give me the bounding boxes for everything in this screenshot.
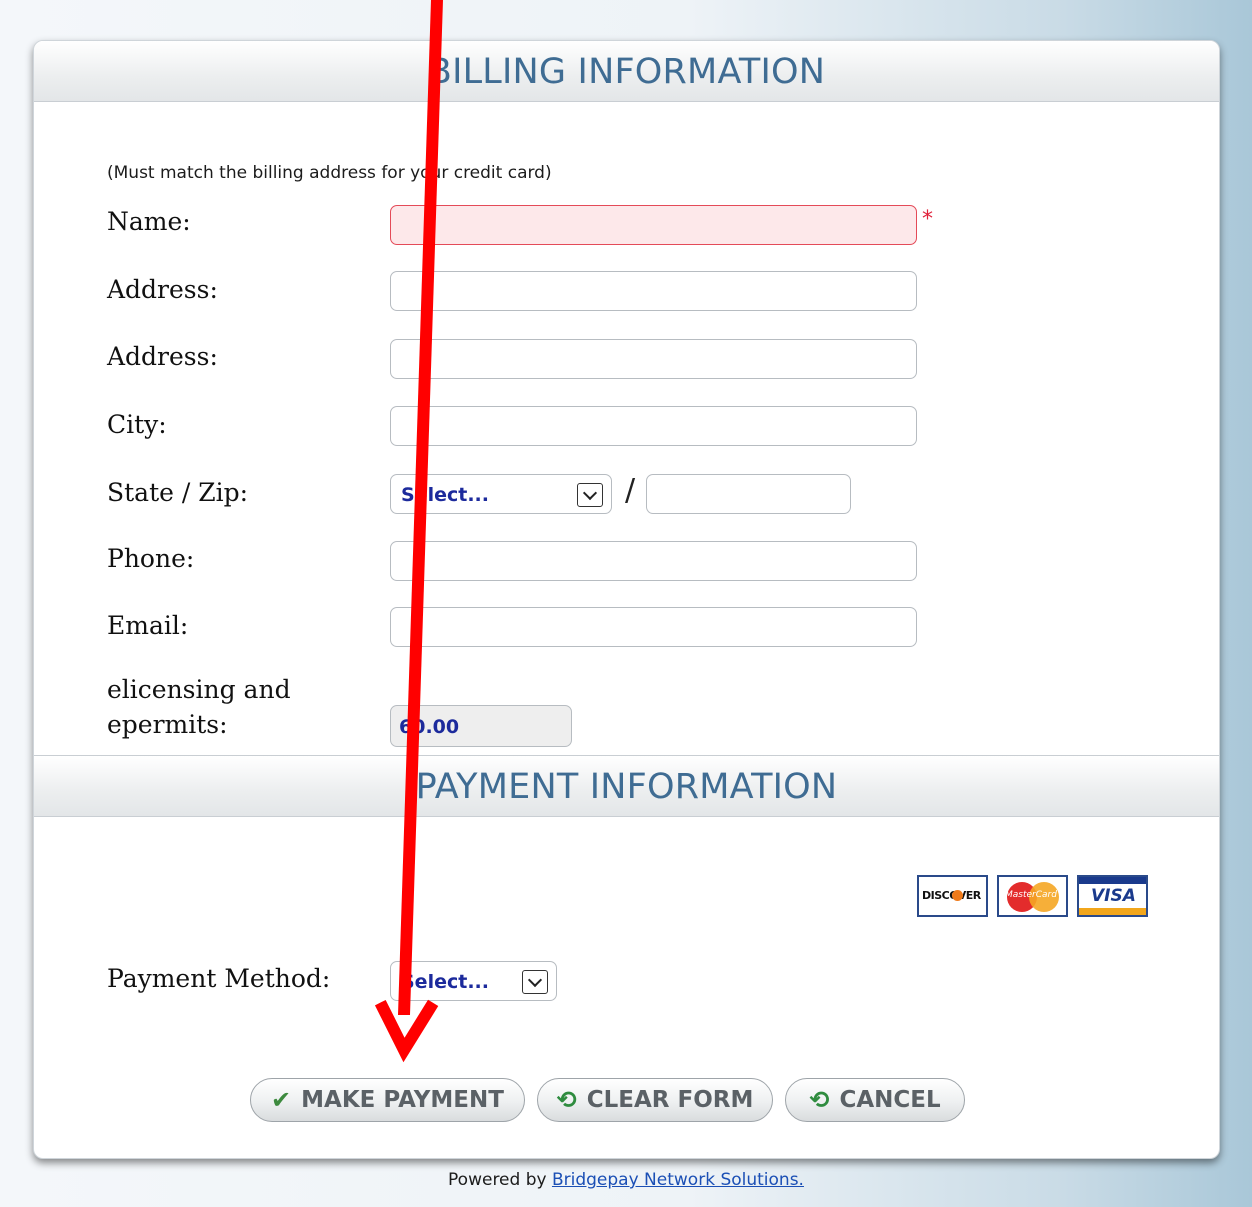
visa-card-logo: VISA — [1077, 875, 1148, 917]
payment-method-select-value: Select... — [401, 971, 489, 993]
make-payment-button[interactable]: ✔ MAKE PAYMENT — [250, 1078, 525, 1122]
undo-icon: ⟲ — [556, 1086, 577, 1114]
chevron-down-icon — [522, 970, 548, 994]
billing-information-header: BILLING INFORMATION — [34, 41, 1219, 102]
mastercard-logo: MasterCard — [997, 875, 1068, 917]
cancel-button[interactable]: ⟲ CANCEL — [785, 1078, 965, 1122]
required-asterisk: * — [922, 207, 933, 232]
billing-form-panel: BILLING INFORMATION (Must match the bill… — [33, 40, 1220, 1159]
zip-input[interactable] — [646, 474, 851, 514]
payment-method-select[interactable]: Select... — [390, 961, 557, 1001]
phone-label: Phone: — [107, 544, 195, 573]
clear-form-label: CLEAR FORM — [586, 1087, 754, 1113]
email-input[interactable] — [390, 607, 917, 647]
state-zip-separator: / — [625, 473, 636, 508]
state-select-value: Select... — [401, 484, 489, 506]
discover-card-logo: DISCOVER — [917, 875, 988, 917]
city-label: City: — [107, 410, 167, 439]
state-select[interactable]: Select... — [390, 474, 612, 514]
checkmark-icon: ✔ — [271, 1086, 292, 1114]
name-label: Name: — [107, 207, 191, 236]
address-2-input[interactable] — [390, 339, 917, 379]
undo-icon: ⟲ — [809, 1086, 830, 1114]
email-label: Email: — [107, 611, 189, 640]
name-input[interactable] — [390, 205, 917, 245]
fee-amount-field: 60.00 — [390, 705, 572, 747]
city-input[interactable] — [390, 406, 917, 446]
powered-by-footer: Powered by Bridgepay Network Solutions. — [0, 1170, 1252, 1190]
address-1-label: Address: — [107, 275, 218, 304]
address-2-label: Address: — [107, 342, 218, 371]
fee-label-line-1: elicensing and — [107, 675, 291, 704]
state-zip-label: State / Zip: — [107, 478, 249, 507]
address-1-input[interactable] — [390, 271, 917, 311]
payment-information-header: PAYMENT INFORMATION — [34, 755, 1219, 817]
fee-label-line-2: epermits: — [107, 710, 228, 739]
chevron-down-icon — [577, 483, 603, 507]
clear-form-button[interactable]: ⟲ CLEAR FORM — [537, 1078, 773, 1122]
bridgepay-link[interactable]: Bridgepay Network Solutions. — [552, 1170, 804, 1190]
payment-method-label: Payment Method: — [107, 964, 331, 993]
phone-input[interactable] — [390, 541, 917, 581]
make-payment-label: MAKE PAYMENT — [301, 1087, 504, 1113]
cancel-label: CANCEL — [839, 1087, 941, 1113]
billing-address-note: (Must match the billing address for your… — [107, 163, 552, 183]
footer-prefix: Powered by — [448, 1170, 547, 1190]
